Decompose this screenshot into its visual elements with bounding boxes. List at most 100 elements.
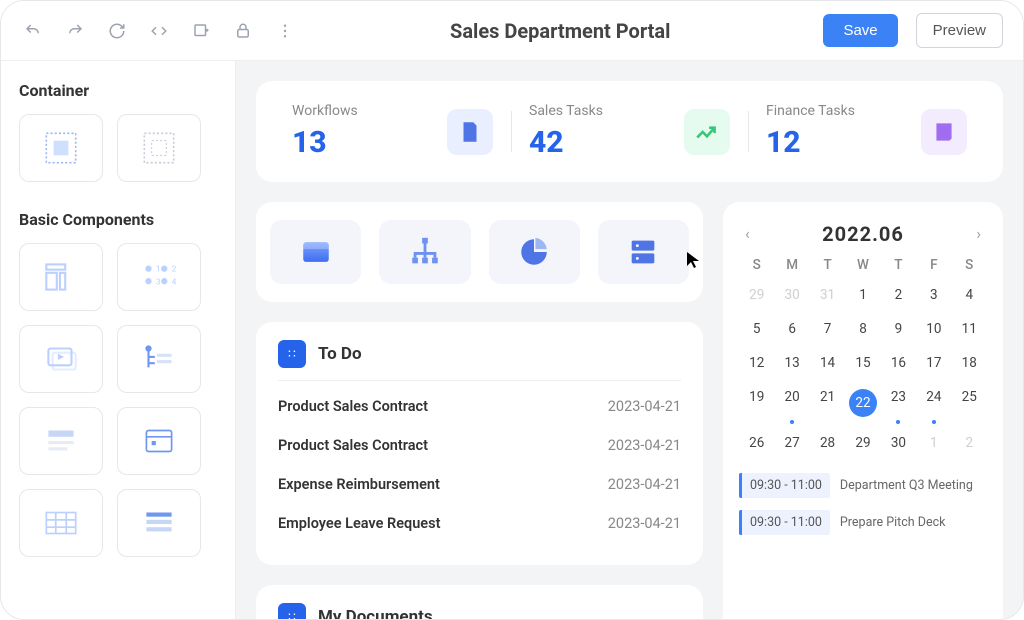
page-title: Sales Department Portal <box>315 19 805 43</box>
component-palette: Container Basic Components 1234 <box>1 61 236 619</box>
event-title: Department Q3 Meeting <box>840 478 973 493</box>
calendar-event[interactable]: 09:30 - 11:00Department Q3 Meeting <box>739 473 987 498</box>
todo-item[interactable]: Product Sales Contract 2023-04-21 <box>278 426 681 465</box>
more-icon[interactable] <box>273 19 297 43</box>
calendar-day[interactable]: 30 <box>774 283 809 307</box>
calendar-day[interactable]: 13 <box>774 351 809 375</box>
calendar-day[interactable]: 22 <box>845 385 880 421</box>
calendar-weekday: F <box>916 257 951 273</box>
calendar-day[interactable]: 12 <box>739 351 774 375</box>
basic-component-layout[interactable] <box>19 243 103 311</box>
calendar-next[interactable]: › <box>970 220 987 247</box>
calendar-day[interactable]: 29 <box>845 431 880 455</box>
stat-sales[interactable]: Sales Tasks 42 <box>511 103 748 160</box>
grid-icon: ∷ <box>278 603 306 619</box>
calendar-day[interactable]: 30 <box>881 431 916 455</box>
stat-workflows[interactable]: Workflows 13 <box>274 103 511 160</box>
calendar-day[interactable]: 7 <box>810 317 845 341</box>
calendar-day[interactable]: 5 <box>739 317 774 341</box>
calendar-day[interactable]: 2 <box>881 283 916 307</box>
calendar-prev[interactable]: ‹ <box>739 220 756 247</box>
basic-component-list[interactable]: 1234 <box>117 243 201 311</box>
palette-section-container: Container <box>19 81 217 100</box>
finance-icon <box>921 109 967 155</box>
calendar-day[interactable]: 1 <box>916 431 951 455</box>
calendar-day[interactable]: 8 <box>845 317 880 341</box>
calendar-day[interactable]: 6 <box>774 317 809 341</box>
calendar-day[interactable]: 10 <box>916 317 951 341</box>
code-icon[interactable] <box>147 19 171 43</box>
palette-section-basic: Basic Components <box>19 210 217 229</box>
event-title: Prepare Pitch Deck <box>840 515 946 530</box>
basic-component-card[interactable] <box>19 407 103 475</box>
canvas[interactable]: Workflows 13 Sales Tasks 42 <box>236 61 1023 619</box>
lock-icon[interactable] <box>231 19 255 43</box>
calendar-day[interactable]: 28 <box>810 431 845 455</box>
todo-item[interactable]: Employee Leave Request 2023-04-21 <box>278 504 681 543</box>
calendar-day[interactable]: 31 <box>810 283 845 307</box>
calendar-day[interactable]: 25 <box>952 385 987 421</box>
stat-value: 42 <box>529 125 603 160</box>
todo-title: To Do <box>318 344 362 364</box>
app-frame: Sales Department Portal Save Preview Con… <box>0 0 1024 620</box>
calendar-month: 2022.06 <box>822 222 904 246</box>
stat-label: Sales Tasks <box>529 103 603 119</box>
calendar-day[interactable]: 1 <box>845 283 880 307</box>
calendar-day[interactable]: 21 <box>810 385 845 421</box>
todo-item-date: 2023-04-21 <box>608 515 681 532</box>
calendar-day[interactable]: 11 <box>952 317 987 341</box>
refresh-icon[interactable] <box>105 19 129 43</box>
calendar-day[interactable]: 14 <box>810 351 845 375</box>
preview-button[interactable]: Preview <box>916 13 1003 48</box>
undo-icon[interactable] <box>21 19 45 43</box>
calendar-day[interactable]: 17 <box>916 351 951 375</box>
todo-item-date: 2023-04-21 <box>608 437 681 454</box>
quick-action-4[interactable] <box>598 220 689 284</box>
todo-item-title: Employee Leave Request <box>278 515 440 532</box>
svg-text:3: 3 <box>156 277 161 287</box>
calendar-event[interactable]: 09:30 - 11:00Prepare Pitch Deck <box>739 510 987 535</box>
quick-action-1[interactable] <box>270 220 361 284</box>
calendar-day[interactable]: 18 <box>952 351 987 375</box>
basic-component-video[interactable] <box>19 325 103 393</box>
todo-item-title: Product Sales Contract <box>278 398 428 415</box>
basic-component-calendar[interactable] <box>117 407 201 475</box>
grid-icon: ∷ <box>278 340 306 368</box>
basic-component-table[interactable] <box>19 489 103 557</box>
calendar-day[interactable]: 26 <box>739 431 774 455</box>
todo-item[interactable]: Product Sales Contract2023-04-21 <box>278 387 681 426</box>
todo-item-title: Product Sales Contract <box>278 437 428 454</box>
calendar-weekday: T <box>810 257 845 273</box>
quick-action-2[interactable] <box>379 220 470 284</box>
calendar-day[interactable]: 20 <box>774 385 809 421</box>
quick-actions <box>256 202 703 302</box>
quick-action-3[interactable] <box>489 220 580 284</box>
calendar-day[interactable]: 3 <box>916 283 951 307</box>
basic-component-tree[interactable] <box>117 325 201 393</box>
todo-item-title: Expense Reimbursement <box>278 476 440 493</box>
calendar-day[interactable]: 24 <box>916 385 951 421</box>
calendar-day[interactable]: 9 <box>881 317 916 341</box>
calendar-day[interactable]: 19 <box>739 385 774 421</box>
calendar-weekday: T <box>881 257 916 273</box>
basic-component-rows[interactable] <box>117 489 201 557</box>
stat-finance[interactable]: Finance Tasks 12 <box>748 103 985 160</box>
calendar-day[interactable]: 16 <box>881 351 916 375</box>
svg-text:1: 1 <box>156 265 161 275</box>
calendar-day[interactable]: 15 <box>845 351 880 375</box>
todo-item[interactable]: Expense Reimbursement2023-04-21 <box>278 465 681 504</box>
calendar-day[interactable]: 4 <box>952 283 987 307</box>
calendar-day[interactable]: 23 <box>881 385 916 421</box>
calendar-weekday: W <box>845 257 880 273</box>
stat-label: Finance Tasks <box>766 103 855 119</box>
calendar-day[interactable]: 2 <box>952 431 987 455</box>
save-button[interactable]: Save <box>823 14 897 47</box>
documents-card: ∷ My Documents <box>256 585 703 619</box>
stat-label: Workflows <box>292 103 358 119</box>
container-component-1[interactable] <box>19 114 103 182</box>
calendar-day[interactable]: 29 <box>739 283 774 307</box>
redo-icon[interactable] <box>63 19 87 43</box>
container-component-2[interactable] <box>117 114 201 182</box>
calendar-day[interactable]: 27 <box>774 431 809 455</box>
add-component-icon[interactable] <box>189 19 213 43</box>
